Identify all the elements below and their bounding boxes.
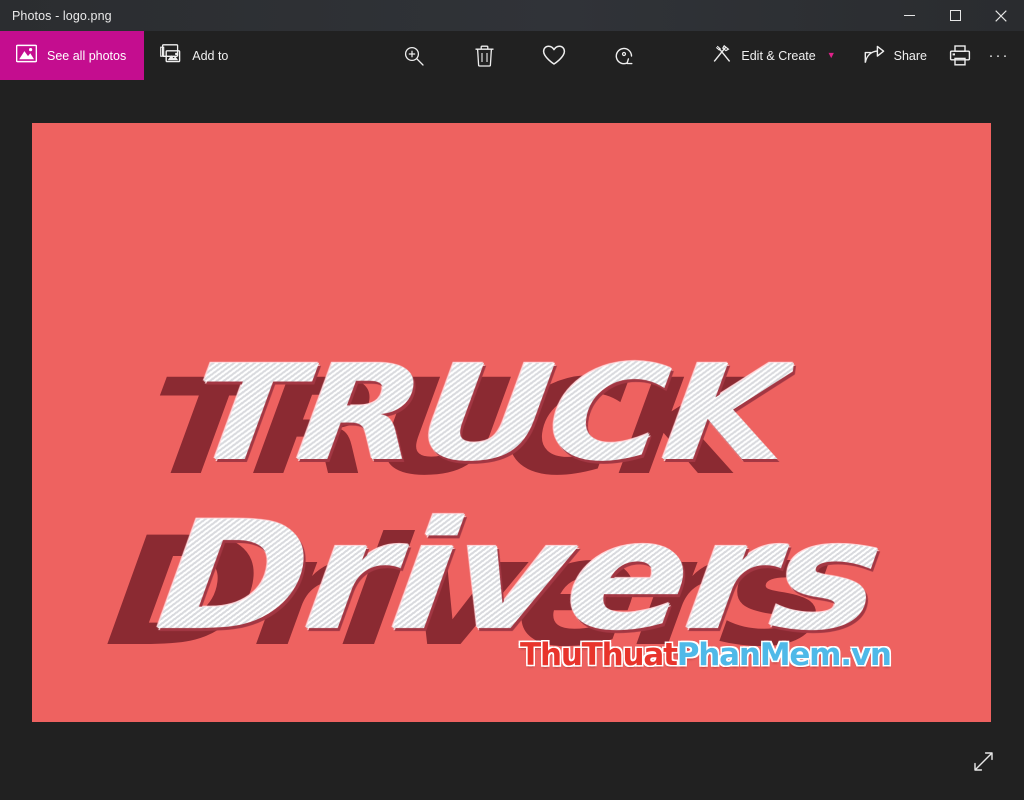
maximize-icon[interactable] [932, 0, 978, 31]
center-tool-group [398, 31, 640, 80]
window-title: Photos - logo.png [0, 9, 112, 23]
add-to-label: Add to [192, 49, 228, 63]
photo-canvas[interactable]: TRUCK TRUCK Drivers Drivers ThuThuatPhan… [32, 123, 991, 722]
share-icon [864, 45, 885, 67]
zoom-in-icon[interactable] [398, 40, 430, 72]
add-to-album-icon [160, 44, 182, 68]
watermark-blue-part: PhanMem.vn [677, 637, 891, 673]
more-options-button[interactable]: ··· [982, 39, 1016, 73]
window-controls [886, 0, 1024, 31]
right-tool-group: Edit & Create ▼ Share ··· [701, 31, 1016, 80]
chevron-down-icon: ▼ [827, 51, 836, 60]
edit-create-button[interactable]: Edit & Create ▼ [701, 39, 846, 73]
photo-mountain-icon [16, 44, 37, 68]
watermark: ThuThuatPhanMem.vn [520, 637, 891, 673]
delete-icon[interactable] [468, 40, 500, 72]
command-bar: See all photos Add to [0, 31, 1024, 80]
heart-icon[interactable] [538, 40, 570, 72]
minimize-icon[interactable] [886, 0, 932, 31]
see-all-photos-label: See all photos [47, 49, 126, 63]
share-button[interactable]: Share [853, 39, 938, 73]
edit-create-label: Edit & Create [741, 49, 815, 63]
see-all-photos-button[interactable]: See all photos [0, 31, 144, 80]
expand-arrows-icon[interactable] [966, 744, 1000, 778]
print-icon[interactable] [944, 40, 976, 72]
share-label: Share [894, 49, 927, 63]
add-to-button[interactable]: Add to [144, 31, 246, 80]
truck-text: TRUCK [182, 337, 797, 491]
close-icon[interactable] [978, 0, 1024, 31]
rotate-icon[interactable] [608, 40, 640, 72]
logo-artwork: TRUCK TRUCK Drivers Drivers [32, 123, 991, 722]
watermark-red-part: ThuThuat [520, 637, 677, 673]
edit-create-icon [712, 44, 732, 67]
title-bar: Photos - logo.png [0, 0, 1024, 31]
image-viewer-stage: TRUCK TRUCK Drivers Drivers ThuThuatPhan… [0, 80, 1024, 800]
